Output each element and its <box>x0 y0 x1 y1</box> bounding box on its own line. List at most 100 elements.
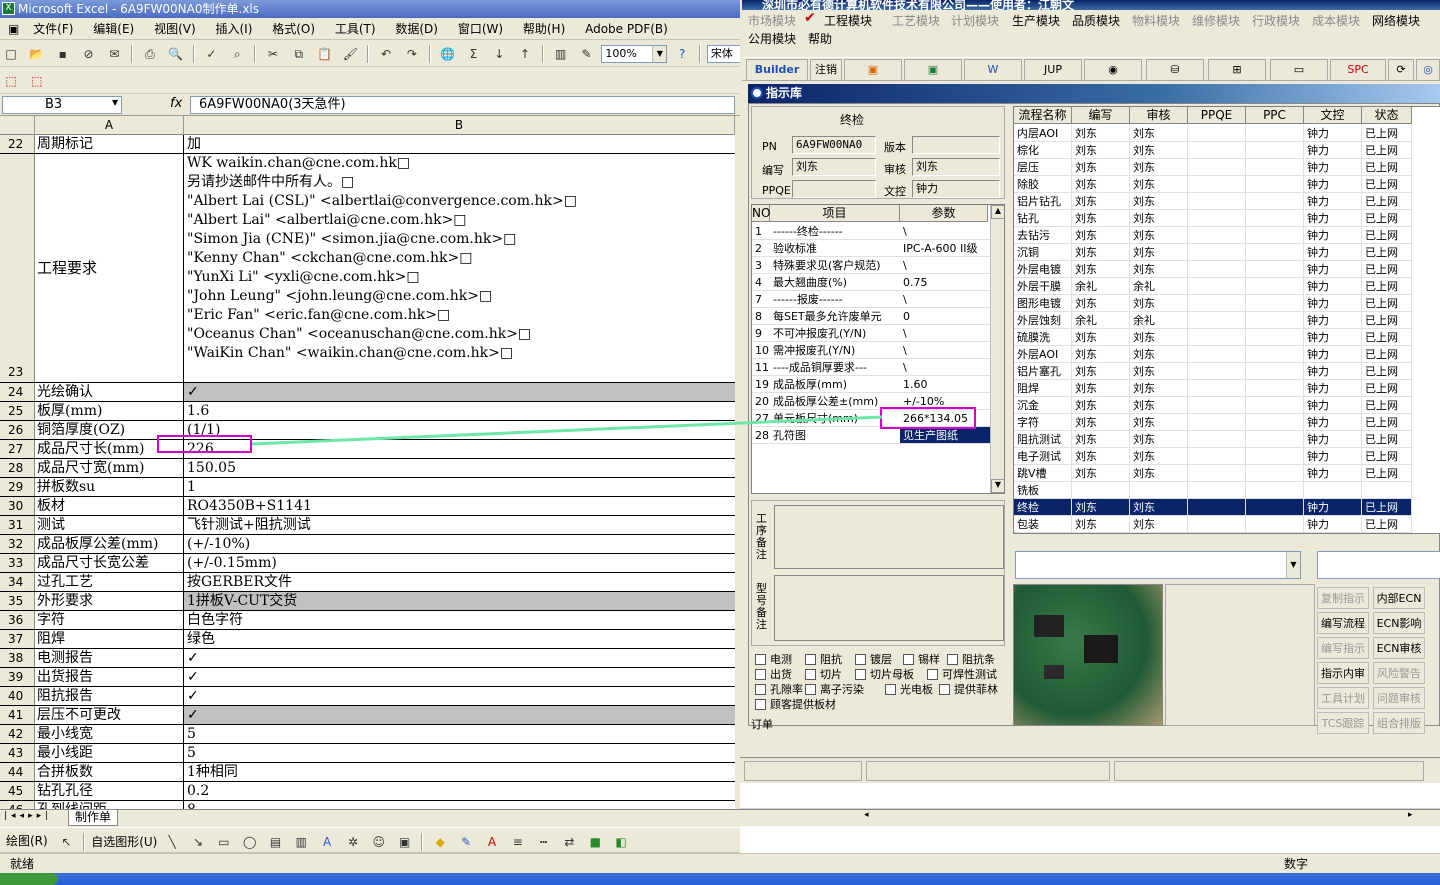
checkbox-box[interactable] <box>947 654 958 665</box>
wordart-icon[interactable]: A <box>317 832 337 852</box>
flow-row[interactable]: 阻抗测试 刘东 刘东 钟力 已上网 <box>1014 431 1440 448</box>
row-number[interactable]: 38 <box>0 649 35 667</box>
menu-window[interactable]: 窗口(W) <box>450 18 511 40</box>
flow-row[interactable]: 包装 刘东 刘东 钟力 已上网 <box>1014 516 1440 533</box>
row-number[interactable]: 25 <box>0 402 35 420</box>
review-field[interactable]: 刘东 <box>912 158 1000 176</box>
checkbox-box[interactable] <box>755 699 766 710</box>
option-checkbox[interactable]: 提供菲林 <box>939 681 998 697</box>
cell-b[interactable]: 8 <box>184 801 735 809</box>
row-number[interactable]: 43 <box>0 744 35 762</box>
cell-a[interactable]: 过孔工艺 <box>35 573 184 591</box>
flow-row[interactable]: 沉铜 刘东 刘东 钟力 已上网 <box>1014 244 1440 261</box>
cell-b[interactable]: (+/-10%) <box>184 535 735 553</box>
checkbox-box[interactable] <box>755 684 766 695</box>
option-checkbox[interactable]: 孔隙率 <box>755 681 803 697</box>
option-checkbox[interactable]: 电测 <box>755 651 792 667</box>
name-box-dropdown-icon[interactable]: ▼ <box>112 98 118 107</box>
action-button[interactable]: 指示内审 <box>1317 662 1369 684</box>
flow-row[interactable]: 阻焊 刘东 刘东 钟力 已上网 <box>1014 380 1440 397</box>
row-number[interactable]: 37 <box>0 630 35 648</box>
module-plan[interactable]: 计划模块 <box>951 12 999 29</box>
line-style-icon[interactable]: ≡ <box>508 832 528 852</box>
flow-col-header[interactable]: 文控 <box>1304 107 1362 124</box>
cell-b[interactable]: 1.6 <box>184 402 735 420</box>
process-note-field[interactable] <box>774 505 1004 569</box>
cell-a[interactable]: 字符 <box>35 611 184 629</box>
flow-row[interactable]: 硫膜洗 刘东 刘东 钟力 已上网 <box>1014 329 1440 346</box>
tool-calendar-icon[interactable]: ▣ <box>844 59 902 81</box>
module-engineering[interactable]: 工程模块 <box>824 12 872 29</box>
params-row[interactable]: 19 成品板厚(mm) 1.60 <box>752 376 990 393</box>
params-table[interactable]: NO 项目 参数 1 ------终检------ \ 2 验收标准 IPC-A-600 … <box>751 204 1005 494</box>
flow-row[interactable]: 外层AOI 刘东 刘东 钟力 已上网 <box>1014 346 1440 363</box>
convert-and-email-icon[interactable]: ⬚ <box>27 71 47 91</box>
chart-wizard-icon[interactable]: ▥ <box>551 44 571 64</box>
flow-row[interactable]: 终检 刘东 刘东 钟力 已上网 <box>1014 499 1440 516</box>
cell-b[interactable]: 1种相同 <box>184 763 735 781</box>
flow-col-header[interactable]: 状态 <box>1362 107 1412 124</box>
cell-a[interactable]: 板厚(mm) <box>35 402 184 420</box>
row-number[interactable]: 22 <box>0 135 35 153</box>
flow-row[interactable]: 铣板 <box>1014 482 1440 499</box>
arrow-icon[interactable]: ↘ <box>188 832 208 852</box>
params-row[interactable]: 3 特殊要求见(客户规范) \ <box>752 257 990 274</box>
sort-asc-icon[interactable]: ↓ <box>489 44 509 64</box>
cut-icon[interactable]: ✂ <box>263 44 283 64</box>
flow-col-header[interactable]: 审核 <box>1130 107 1188 124</box>
option-checkbox[interactable]: 顾客提供板材 <box>755 696 836 712</box>
cell-b[interactable]: RO4350B+S1141 <box>184 497 735 515</box>
row-number[interactable]: 28 <box>0 459 35 477</box>
row-number[interactable]: 42 <box>0 725 35 743</box>
scroll-left-icon[interactable]: ◂ <box>864 810 869 820</box>
flow-row[interactable]: 电子测试 刘东 刘东 钟力 已上网 <box>1014 448 1440 465</box>
cell-a[interactable]: 钻孔孔径 <box>35 782 184 800</box>
flow-row[interactable]: 棕化 刘东 刘东 钟力 已上网 <box>1014 142 1440 159</box>
redo-icon[interactable]: ↷ <box>402 44 422 64</box>
horizontal-scrollbar[interactable]: ◂ ▸ <box>740 809 1440 826</box>
cell-b[interactable]: 绿色 <box>184 630 735 648</box>
new-icon[interactable]: □ <box>1 44 21 64</box>
diagram-icon[interactable]: ✲ <box>343 832 363 852</box>
row-number[interactable]: 35 <box>0 592 35 610</box>
row-number[interactable]: 23 <box>0 154 35 382</box>
line-color-icon[interactable]: ✎ <box>456 832 476 852</box>
row-number[interactable]: 26 <box>0 421 35 439</box>
cell-a[interactable]: 孔到线间距 <box>35 801 184 809</box>
action-button[interactable]: 工具计划 <box>1317 687 1369 709</box>
row-number[interactable]: 44 <box>0 763 35 781</box>
option-checkbox[interactable]: 阻抗条 <box>947 651 995 667</box>
scroll-up-icon[interactable]: ▲ <box>991 205 1004 219</box>
tool-excel-icon[interactable]: ▣ <box>904 59 962 81</box>
flow-table[interactable]: 流程名称 编写 审核 PPQE PPC 文控 状态 内层AOI 刘东 刘东 钟力 已上网 棕化 刘东 刘东… <box>1013 106 1440 534</box>
menu-file[interactable]: 文件(F) <box>25 18 81 40</box>
module-network[interactable]: 网络模块 <box>1372 12 1420 29</box>
menu-data[interactable]: 数据(D) <box>387 18 446 40</box>
params-row[interactable]: 8 每SET最多允许废单元 0 <box>752 308 990 325</box>
flow-row[interactable]: 钻孔 刘东 刘东 钟力 已上网 <box>1014 210 1440 227</box>
module-quality[interactable]: 品质模块 <box>1072 12 1120 29</box>
module-help[interactable]: 帮助 <box>808 30 832 47</box>
tool-database-icon[interactable]: ⛁ <box>1146 59 1204 81</box>
action-button[interactable]: ECN审核 <box>1373 637 1425 659</box>
cell-b[interactable]: (1/1) <box>184 421 735 439</box>
checkbox-box[interactable] <box>805 684 816 695</box>
cell-b[interactable]: 226 <box>184 440 735 458</box>
row-number[interactable]: 34 <box>0 573 35 591</box>
option-checkbox[interactable]: 可焊性测试 <box>927 666 997 682</box>
doc-control-field[interactable]: 钟力 <box>912 180 1000 198</box>
action-button[interactable]: 组合排版 <box>1373 712 1425 734</box>
cell-b[interactable]: 0.2 <box>184 782 735 800</box>
flow-row[interactable]: 铝片钻孔 刘东 刘东 钟力 已上网 <box>1014 193 1440 210</box>
sort-desc-icon[interactable]: ↑ <box>515 44 535 64</box>
cell-b[interactable]: ✓ <box>184 383 735 401</box>
cell-b[interactable]: 加 <box>184 135 735 153</box>
params-row[interactable]: 1 ------终检------ \ <box>752 223 990 240</box>
undo-icon[interactable]: ↶ <box>376 44 396 64</box>
select-all-corner[interactable] <box>0 116 35 135</box>
module-process[interactable]: 工艺模块 <box>892 12 940 29</box>
cell-a[interactable]: 阻焊 <box>35 630 184 648</box>
permission-icon[interactable]: ⊘ <box>78 44 98 64</box>
option-checkbox[interactable]: 镀层 <box>855 651 892 667</box>
cell-a[interactable]: 周期标记 <box>35 135 184 153</box>
